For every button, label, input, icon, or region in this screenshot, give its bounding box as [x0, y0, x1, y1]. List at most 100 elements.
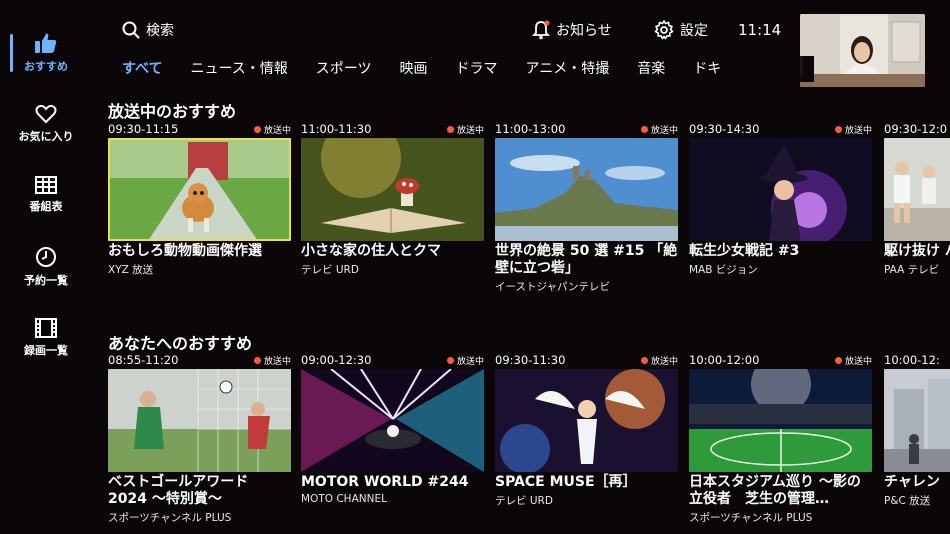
card-thumbnail	[884, 138, 950, 241]
card-thumbnail	[884, 369, 950, 472]
card-thumbnail	[301, 138, 484, 241]
search-label: 検索	[146, 23, 174, 39]
program-card[interactable]: 09:30-11:15 放送中 おもしろ動物動画傑作選 XYZ 放送	[108, 122, 291, 277]
live-label: 放送中	[650, 357, 678, 367]
card-time: 09:30-12:0	[884, 122, 948, 136]
card-title: 駆け抜け バトン！	[884, 243, 950, 259]
sidebar: おすすめ お気に入り 番組表 予約一覧 録画一覧	[0, 0, 92, 534]
card-channel: XYZ 放送	[108, 264, 154, 276]
card-title: 小さな家の住人とクマ	[301, 243, 441, 259]
live-dot-icon	[253, 357, 261, 364]
program-card[interactable]: 10:00-12: チャレン P&C 放送	[884, 353, 950, 508]
sidebar-item-label: 番組表	[29, 200, 63, 213]
live-label: 放送中	[456, 357, 484, 367]
card-time: 08:55-11:20	[108, 353, 179, 367]
tabs-fade	[764, 56, 814, 82]
tab-documentary[interactable]: ドキ	[693, 58, 721, 78]
live-label: 放送中	[263, 357, 291, 367]
card-channel: MAB ビジョン	[689, 264, 758, 276]
recommended-live-row: 09:30-11:15 放送中 おもしろ動物動画傑作選 XYZ 放送 11:00-…	[108, 122, 950, 322]
card-thumbnail	[301, 369, 484, 472]
card-thumbnail	[108, 369, 291, 472]
live-label: 放送中	[263, 126, 291, 136]
tab-all[interactable]: すべて	[122, 58, 162, 78]
card-time: 11:00-13:00	[495, 122, 566, 136]
live-badge: 放送中	[253, 354, 291, 367]
card-thumbnail	[689, 369, 872, 472]
program-card[interactable]: 11:00-11:30 放送中 小さな家の住人とクマ テレビ URD	[301, 122, 484, 277]
bell-icon	[532, 20, 550, 40]
for-you-row: 08:55-11:20 放送中 ベストゴールアワード 2024 〜特別賞〜 スポー…	[108, 353, 950, 534]
live-dot-icon	[834, 357, 842, 364]
card-channel: テレビ URD	[495, 495, 553, 507]
settings-label: 設定	[680, 23, 708, 39]
live-badge: 放送中	[834, 354, 872, 367]
card-thumbnail	[108, 138, 291, 241]
live-dot-icon	[640, 126, 648, 133]
search-icon	[122, 21, 140, 39]
sidebar-item-recordings[interactable]: 録画一覧	[0, 318, 92, 358]
tab-anime[interactable]: アニメ・特撮	[526, 58, 610, 78]
tab-drama[interactable]: ドラマ	[456, 58, 498, 78]
card-title: SPACE MUSE［再］	[495, 474, 637, 490]
card-title: ベストゴールアワード 2024 〜特別賞〜	[108, 474, 249, 507]
card-title: おもしろ動物動画傑作選	[108, 243, 262, 259]
program-card[interactable]: 09:00-12:30 放送中 MOTOR WORLD #244 MOTO CHA…	[301, 353, 484, 505]
heart-icon	[35, 104, 57, 124]
card-channel: テレビ URD	[301, 264, 359, 276]
sidebar-item-program-guide[interactable]: 番組表	[0, 176, 92, 214]
sidebar-item-reservations[interactable]: 予約一覧	[0, 246, 92, 288]
card-thumbnail	[495, 138, 678, 241]
card-time: 09:00-12:30	[301, 353, 372, 367]
live-badge: 放送中	[253, 123, 291, 136]
search-button[interactable]: 検索	[122, 20, 174, 40]
program-card[interactable]: 08:55-11:20 放送中 ベストゴールアワード 2024 〜特別賞〜 スポー…	[108, 353, 291, 525]
live-label: 放送中	[844, 126, 872, 136]
tab-movies[interactable]: 映画	[400, 58, 428, 78]
sidebar-item-recommended[interactable]: おすすめ	[0, 32, 92, 74]
card-time: 10:00-12:	[884, 353, 940, 367]
card-title: 転生少女戦記 #3	[689, 243, 800, 259]
live-dot-icon	[834, 126, 842, 133]
program-card[interactable]: 11:00-13:00 放送中 世界の絶景 50 選 #15 「絶壁に立つ砦」 イ…	[495, 122, 678, 294]
card-time: 11:00-11:30	[301, 122, 372, 136]
program-guide-icon	[35, 176, 57, 194]
live-dot-icon	[253, 126, 261, 133]
live-badge: 放送中	[640, 354, 678, 367]
notifications-button[interactable]: お知らせ	[532, 20, 612, 40]
header: 検索 お知らせ 設定 11:14 すべて ニュース・情報 スポーツ 映画 ドラマ	[92, 0, 950, 92]
card-time: 10:00-12:00	[689, 353, 760, 367]
sidebar-item-favorites[interactable]: お気に入り	[0, 104, 92, 144]
sidebar-item-label: 予約一覧	[24, 274, 68, 287]
card-channel: PAA テレビ	[884, 264, 940, 276]
section-title: 放送中のおすすめ	[108, 102, 237, 121]
notifications-label: お知らせ	[556, 23, 612, 39]
program-card[interactable]: 09:30-14:30 放送中 転生少女戦記 #3 MAB ビジョン	[689, 122, 872, 277]
tab-news[interactable]: ニュース・情報	[190, 58, 287, 78]
live-dot-icon	[446, 357, 454, 364]
clock-icon	[36, 247, 56, 267]
live-preview-window[interactable]	[800, 14, 925, 87]
section-title: あなたへのおすすめ	[108, 334, 253, 353]
program-card[interactable]: 09:30-12:0 駆け抜け バトン！ PAA テレビ	[884, 122, 950, 277]
clock: 11:14	[738, 21, 782, 39]
thumbs-up-icon	[35, 33, 57, 53]
live-label: 放送中	[844, 357, 872, 367]
card-time: 09:30-11:30	[495, 353, 566, 367]
live-dot-icon	[640, 357, 648, 364]
program-card[interactable]: 10:00-12:00 放送中 日本スタジアム巡り 〜影の立役者 芝生の管理… ス…	[689, 353, 872, 525]
card-time: 09:30-14:30	[689, 122, 760, 136]
tab-sports[interactable]: スポーツ	[316, 58, 372, 78]
film-icon	[35, 318, 57, 338]
live-label: 放送中	[650, 126, 678, 136]
preview-presenter-image	[800, 14, 925, 87]
program-card[interactable]: 09:30-11:30 放送中 SPACE MUSE［再］ テレビ URD	[495, 353, 678, 508]
card-title: 世界の絶景 50 選 #15 「絶壁に立つ砦」	[495, 243, 678, 276]
live-label: 放送中	[456, 126, 484, 136]
sidebar-item-label: お気に入り	[18, 130, 74, 143]
live-dot-icon	[446, 126, 454, 133]
settings-button[interactable]: 設定	[654, 20, 708, 40]
tab-music[interactable]: 音楽	[637, 58, 665, 78]
category-tabs: すべて ニュース・情報 スポーツ 映画 ドラマ アニメ・特撮 音楽 ドキ	[122, 58, 812, 80]
live-badge: 放送中	[446, 123, 484, 136]
